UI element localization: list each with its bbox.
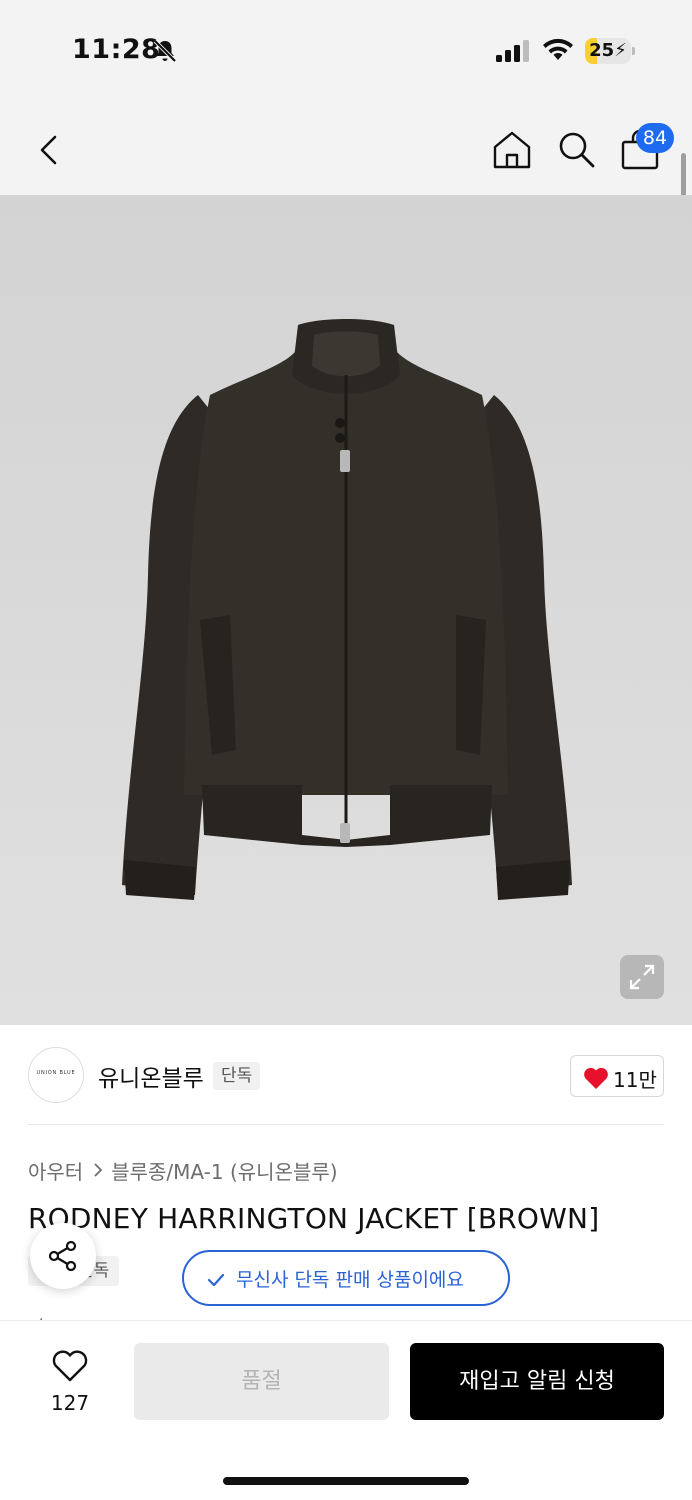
wifi-icon xyxy=(543,38,573,60)
brand-like-count: 11만 xyxy=(613,1068,657,1092)
heart-filled-icon xyxy=(584,1067,608,1089)
top-navigation: 84 xyxy=(0,100,692,195)
share-icon xyxy=(48,1240,77,1272)
jacket-photo xyxy=(122,319,572,900)
exclusive-notice-text: 무신사 단독 판매 상품이에요 xyxy=(236,1269,464,1291)
breadcrumb-subcategory[interactable]: 블루종/MA-1 (유니온블루) xyxy=(111,1156,337,1185)
status-time: 11:28 xyxy=(72,34,161,65)
product-title: RODNEY HARRINGTON JACKET [BROWN] xyxy=(28,1202,600,1235)
wishlist-count: 127 xyxy=(50,1391,90,1415)
wishlist-button[interactable]: 127 xyxy=(30,1345,110,1421)
home-indicator[interactable] xyxy=(223,1477,469,1485)
share-button[interactable] xyxy=(30,1223,96,1289)
expand-icon xyxy=(629,964,655,990)
brand-exclusive-tag: 단독 xyxy=(213,1062,261,1090)
chevron-left-icon[interactable] xyxy=(30,130,70,170)
status-bar: 11:28 25⚡ xyxy=(0,0,692,100)
restock-alert-button[interactable]: 재입고 알림 신청 xyxy=(410,1343,664,1420)
search-icon[interactable] xyxy=(555,128,597,170)
battery-charging-icon: 25⚡ xyxy=(585,38,635,64)
exclusive-notice-pill[interactable]: 무신사 단독 판매 상품이에요 xyxy=(182,1250,510,1306)
check-icon xyxy=(207,1273,225,1287)
brand-logo[interactable]: UNION BLUE xyxy=(28,1047,84,1103)
cart-count-badge: 84 xyxy=(636,123,674,153)
soldout-button[interactable]: 품절 xyxy=(134,1343,389,1420)
expand-image-button[interactable] xyxy=(620,955,664,999)
product-image[interactable] xyxy=(0,195,692,1025)
signal-icon xyxy=(496,40,529,62)
breadcrumb-category[interactable]: 아우터 xyxy=(28,1156,83,1185)
divider xyxy=(28,1124,664,1125)
heart-outline-icon xyxy=(52,1350,88,1382)
battery-level: 25⚡ xyxy=(589,40,627,61)
chevron-right-icon xyxy=(94,1163,103,1177)
bottom-action-bar: 127 품절 재입고 알림 신청 xyxy=(0,1320,692,1500)
home-icon[interactable] xyxy=(490,128,534,172)
brand-row: UNION BLUE 유니온블루 단독 11만 xyxy=(0,1025,692,1125)
brand-name[interactable]: 유니온블루 xyxy=(98,1059,204,1093)
breadcrumb: 아우터 블루종/MA-1 (유니온블루) xyxy=(28,1156,338,1184)
bell-slash-icon xyxy=(153,39,177,63)
brand-like-button[interactable]: 11만 xyxy=(570,1055,664,1097)
